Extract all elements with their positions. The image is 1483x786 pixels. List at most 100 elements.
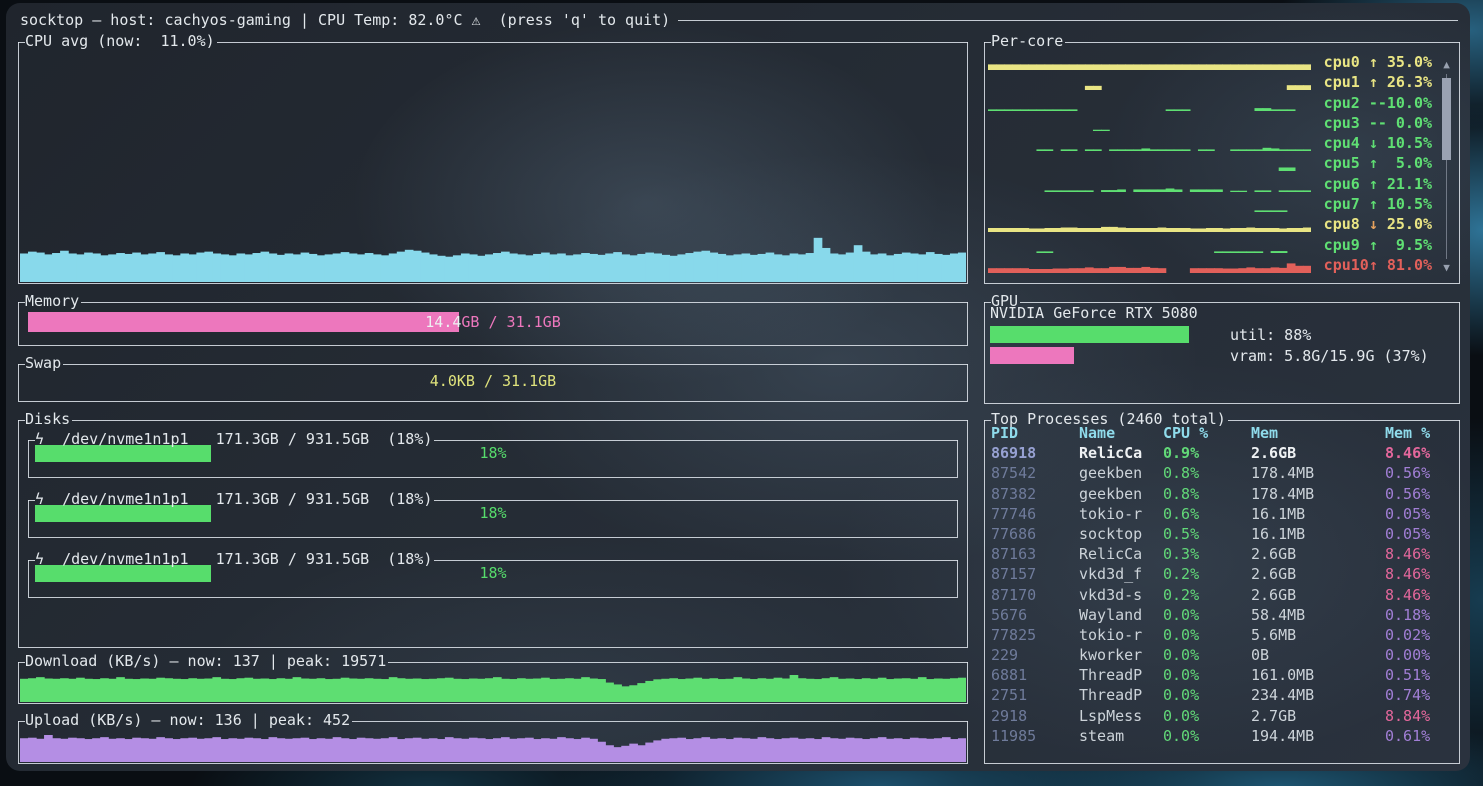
per-core-label: cpu3-- 0.0% [1324,113,1432,133]
disk-name: /dev/nvme1n1p1 171.3GB / 931.5GB (18%) [62,430,432,448]
per-core-sparkline [988,155,1311,171]
terminal-window: socktop — host: cachyos-gaming | CPU Tem… [6,3,1470,771]
upload-panel: Upload (KB/s) — now: 136 | peak: 452 [18,713,968,764]
disk-lightning-icon: ϟ [35,490,62,508]
process-row: 2751ThreadP0.0%234.4MB0.74% [991,685,1459,705]
per-core-label: cpu4↓10.5% [1324,133,1432,153]
per-core-sparkline [988,95,1311,111]
process-row: 5676Wayland0.0%58.4MB0.18% [991,605,1459,625]
trend-arrow-icon: ↑ [1369,153,1387,173]
per-core-label: cpu2--10.0% [1324,93,1432,113]
per-core-row: cpu1↑26.3% [988,72,1459,92]
swap-panel: Swap 4.0KB / 31.1GB [18,356,968,402]
per-core-sparkline [988,176,1311,192]
gpu-util-bar [990,326,1189,343]
scroll-up-icon[interactable]: ▲ [1440,60,1453,70]
disks-panel: Disks ϟ /dev/nvme1n1p1 171.3GB / 931.5GB… [18,412,968,648]
swap-value: 4.0KB / 31.1GB [19,372,967,390]
scrollbar-thumb[interactable] [1442,78,1451,160]
gpu-title: GPU [991,293,1020,310]
per-core-row: cpu4↓10.5% [988,133,1459,153]
download-sparkline [20,675,966,702]
process-row: 87542geekben0.8%178.4MB0.56% [991,463,1459,483]
cpu-avg-sparkline [20,236,966,282]
per-core-scrollbar[interactable]: ▲ ▼ [1440,60,1453,273]
per-core-label: cpu0↑35.0% [1324,52,1432,72]
disk-subpanel: ϟ /dev/nvme1n1p1 171.3GB / 931.5GB (18%)… [28,432,958,478]
titlebar-rule [678,20,1458,21]
cpu-avg-title: CPU avg (now: 11.0%) [25,33,217,50]
memory-value: 14.4GB / 31.1GB [28,312,958,332]
per-core-label: cpu9↑ 9.5% [1324,235,1432,255]
process-row: 11985steam0.0%194.4MB0.61% [991,726,1459,746]
scroll-down-icon[interactable]: ▼ [1440,263,1453,273]
per-core-row: cpu8↓25.0% [988,214,1459,234]
per-core-label: cpu6↑21.1% [1324,174,1432,194]
trend-arrow-icon: ↑ [1369,255,1387,275]
trend-arrow-icon: ↑ [1369,174,1387,194]
per-core-row: cpu7↑10.5% [988,194,1459,214]
processes-panel: Top Processes (2460 total) PIDNameCPU %M… [984,412,1460,764]
upload-sparkline [20,735,966,762]
trend-arrow-icon: ↑ [1369,52,1387,72]
swap-title: Swap [25,355,63,372]
per-core-row: cpu6↑21.1% [988,174,1459,194]
per-core-row: cpu9↑ 9.5% [988,235,1459,255]
processes-title: Top Processes (2460 total) [991,411,1228,428]
process-row: 87163RelicCa0.3%2.6GB8.46% [991,544,1459,564]
window-title: socktop — host: cachyos-gaming | CPU Tem… [20,11,670,29]
trend-arrow-icon: ↑ [1369,235,1387,255]
per-core-title: Per-core [991,33,1065,50]
upload-title: Upload (KB/s) — now: 136 | peak: 452 [25,712,352,729]
process-table: PIDNameCPU %MemMem %86918RelicCa0.9%2.6G… [985,420,1459,746]
trend-arrow-icon: ↑ [1369,194,1387,214]
per-core-sparkline [988,257,1311,273]
gpu-util-label: util: 88% [1230,326,1311,344]
disk-list: ϟ /dev/nvme1n1p1 171.3GB / 931.5GB (18%)… [28,432,958,612]
per-core-label: cpu10↑81.0% [1324,255,1432,275]
per-core-row: cpu5↑ 5.0% [988,153,1459,173]
titlebar: socktop — host: cachyos-gaming | CPU Tem… [20,11,1458,29]
disk-subpanel: ϟ /dev/nvme1n1p1 171.3GB / 931.5GB (18%)… [28,492,958,538]
process-row: 87157vkd3d_f0.2%2.6GB8.46% [991,564,1459,584]
process-row: 229kworker0.0%0B0.00% [991,645,1459,665]
per-core-rows: cpu0↑35.0%cpu1↑26.3%cpu2--10.0%cpu3-- 0.… [988,52,1459,275]
per-core-label: cpu5↑ 5.0% [1324,153,1432,173]
per-core-sparkline [988,135,1311,151]
cpu-avg-panel: CPU avg (now: 11.0%) [18,34,968,284]
per-core-row: cpu3-- 0.0% [988,113,1459,133]
process-row: 2918LspMess0.0%2.7GB8.84% [991,706,1459,726]
per-core-row: cpu0↑35.0% [988,52,1459,72]
process-row: 86918RelicCa0.9%2.6GB8.46% [991,443,1459,463]
per-core-sparkline [988,74,1311,90]
download-title: Download (KB/s) — now: 137 | peak: 19571 [25,653,388,670]
disks-title: Disks [25,411,72,428]
trend-arrow-icon: ↑ [1369,72,1387,92]
memory-panel: Memory 14.4GB / 31.1GB [18,294,968,346]
disk-subpanel: ϟ /dev/nvme1n1p1 171.3GB / 931.5GB (18%)… [28,552,958,598]
per-core-sparkline [988,54,1311,70]
per-core-label: cpu8↓25.0% [1324,214,1432,234]
per-core-panel: Per-core cpu0↑35.0%cpu1↑26.3%cpu2--10.0%… [984,34,1460,284]
gpu-panel: GPU NVIDIA GeForce RTX 5080 util: 88% vr… [984,294,1460,404]
per-core-sparkline [988,115,1311,131]
process-row: 77825tokio-r0.0%5.6MB0.02% [991,625,1459,645]
disk-name: /dev/nvme1n1p1 171.3GB / 931.5GB (18%) [62,550,432,568]
gpu-util-row: util: 88% [990,325,1453,344]
process-row: 77746tokio-r0.6%16.1MB0.05% [991,504,1459,524]
process-row: 87170vkd3d-s0.2%2.6GB8.46% [991,585,1459,605]
per-core-sparkline [988,196,1311,212]
per-core-row: cpu10↑81.0% [988,255,1459,275]
memory-title: Memory [25,293,81,310]
gpu-vram-bar [990,347,1074,364]
process-row: 77686socktop0.5%16.1MB0.05% [991,524,1459,544]
download-panel: Download (KB/s) — now: 137 | peak: 19571 [18,654,968,704]
process-row: 87382geekben0.8%178.4MB0.56% [991,484,1459,504]
per-core-sparkline [988,237,1311,253]
trend-arrow-icon: -- [1369,93,1387,113]
disk-lightning-icon: ϟ [35,550,62,568]
trend-arrow-icon: ↓ [1369,214,1387,234]
disk-name: /dev/nvme1n1p1 171.3GB / 931.5GB (18%) [62,490,432,508]
per-core-sparkline [988,216,1311,232]
trend-arrow-icon: ↓ [1369,133,1387,153]
